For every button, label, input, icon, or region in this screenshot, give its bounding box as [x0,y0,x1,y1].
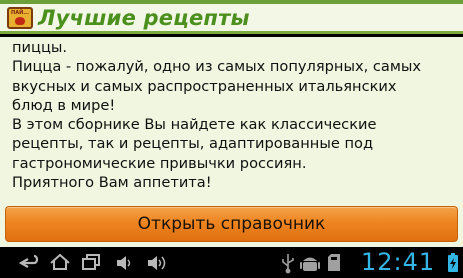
description-line: Приятного Вам аппетита! [12,174,212,192]
volume-down-icon[interactable] [117,256,131,270]
recent-apps-icon[interactable] [82,254,100,270]
volume-up-icon[interactable] [148,256,166,270]
app-title: Лучшие рецепты [38,5,250,30]
app-logo: ПАЙ... [7,6,33,29]
android-debug-icon [300,257,320,271]
logo-text: ПАЙ... [11,9,29,16]
recipe-description: пиццы. Пицца - пожалуй, одно из самых по… [0,37,463,200]
sd-card-icon [328,254,340,271]
system-clock: 12:41 [361,248,436,276]
home-icon[interactable] [50,253,70,270]
button-area: Открыть справочник [0,200,463,247]
description-line: блюд в мире! [12,96,116,114]
usb-icon [282,254,294,274]
description-line: пиццы. [12,39,68,56]
description-line: вкусных и самых распространенных итальян… [12,77,397,95]
open-reference-button[interactable]: Открыть справочник [5,206,458,242]
system-navigation-bar: 12:41 [0,247,463,278]
logo-pizza-mark [15,16,25,25]
app-header: ПАЙ... Лучшие рецепты [0,4,463,34]
description-line: Пицца - пожалуй, одно из самых популярны… [12,58,422,76]
description-line: рецепты, так и рецепты, адаптированные п… [12,135,374,153]
back-icon[interactable] [18,254,39,268]
description-line: гастрономические привычки россиян. [12,154,307,172]
description-line: В этом сборнике Вы найдете как классичес… [12,116,377,134]
battery-icon [448,253,458,272]
